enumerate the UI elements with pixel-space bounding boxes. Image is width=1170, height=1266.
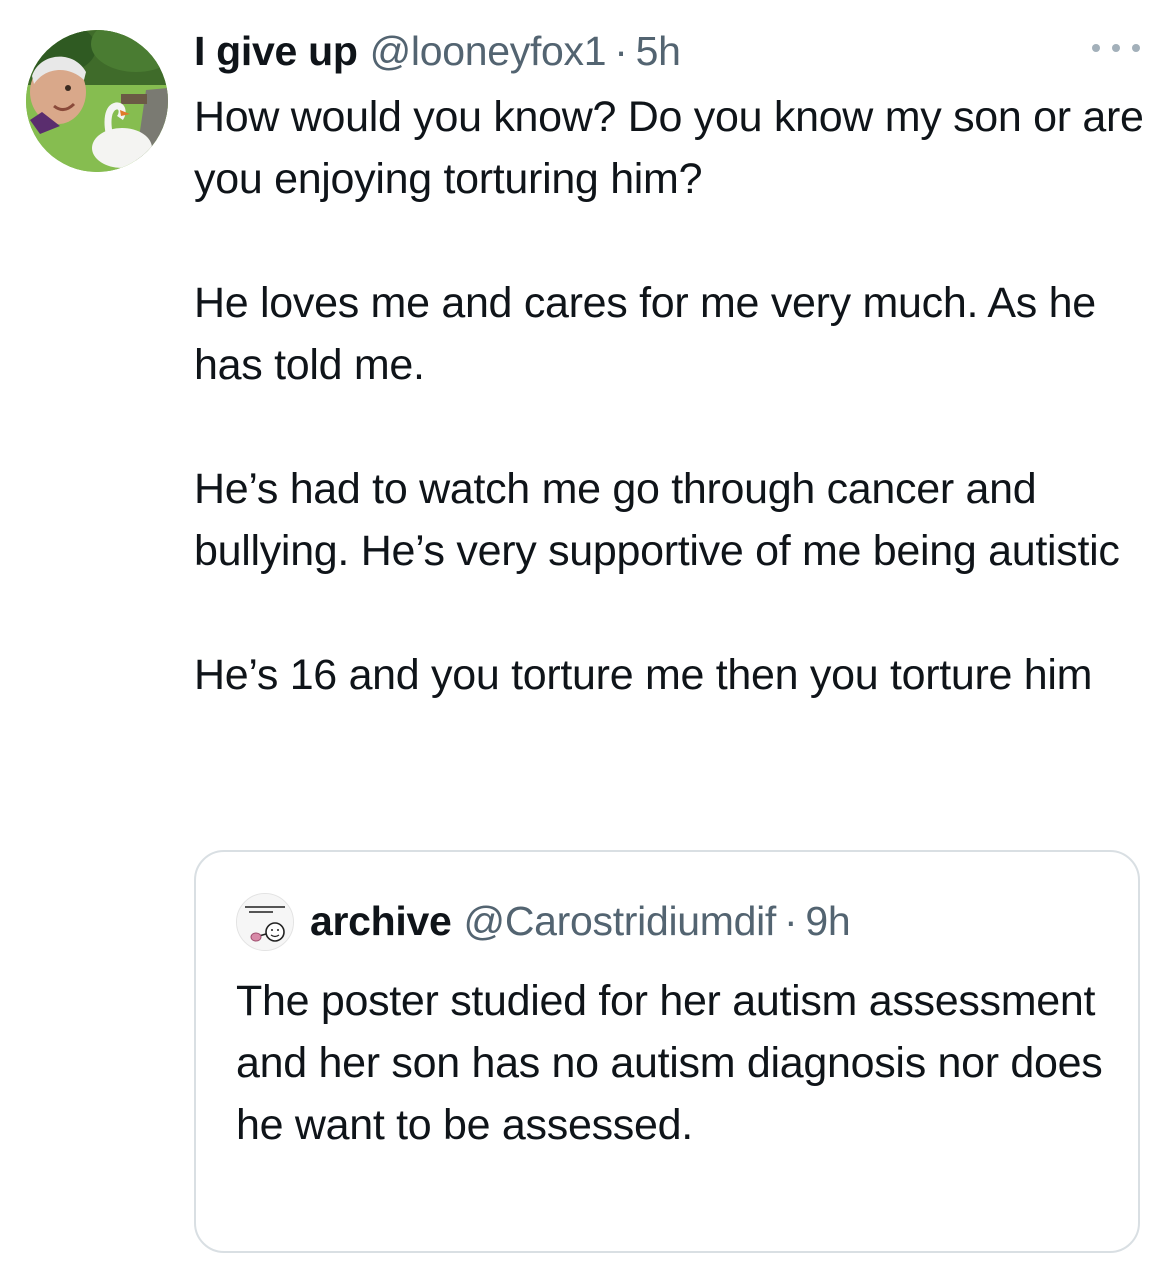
more-horizontal-icon[interactable]	[1092, 36, 1140, 60]
quoted-author-display-name[interactable]: archive	[310, 898, 452, 945]
tweet-paragraph: He loves me and cares for me very much. …	[194, 279, 1096, 389]
author-display-name[interactable]: I give up	[194, 28, 358, 75]
quoted-tweet-timestamp[interactable]: 9h	[805, 898, 850, 944]
tweet-timestamp[interactable]: 5h	[636, 28, 681, 74]
meta-separator: ·	[784, 898, 798, 944]
more-dot	[1132, 44, 1140, 52]
tweet-header: I give up @looneyfox1 · 5h	[194, 28, 681, 78]
quoted-author-meta: @Carostridiumdif · 9h	[464, 898, 851, 945]
avatar-photo	[26, 30, 168, 172]
tweet-paragraph: How would you know? Do you know my son o…	[194, 93, 1144, 203]
author-meta: @looneyfox1 · 5h	[370, 28, 681, 75]
tweet-body: How would you know? Do you know my son o…	[194, 86, 1154, 706]
quoted-tweet-text: The poster studied for her autism assess…	[236, 977, 1103, 1149]
quoted-tweet-card[interactable]: archive @Carostridiumdif · 9h The poster s…	[194, 850, 1140, 1253]
tweet-paragraph: He’s 16 and you torture me then you tort…	[194, 651, 1093, 699]
quoted-tweet-header: archive @Carostridiumdif · 9h	[310, 898, 851, 945]
author-avatar[interactable]	[26, 30, 168, 172]
more-dot	[1092, 44, 1100, 52]
quoted-tweet-body: The poster studied for her autism assess…	[236, 970, 1116, 1156]
tweet-paragraph: He’s had to watch me go through cancer a…	[194, 465, 1120, 575]
quoted-author-avatar[interactable]	[236, 893, 294, 951]
quoted-avatar-drawing	[237, 894, 293, 950]
meta-separator: ·	[614, 28, 628, 74]
author-handle[interactable]: @looneyfox1	[370, 28, 607, 74]
more-dot	[1112, 44, 1120, 52]
quoted-author-handle[interactable]: @Carostridiumdif	[464, 898, 777, 944]
